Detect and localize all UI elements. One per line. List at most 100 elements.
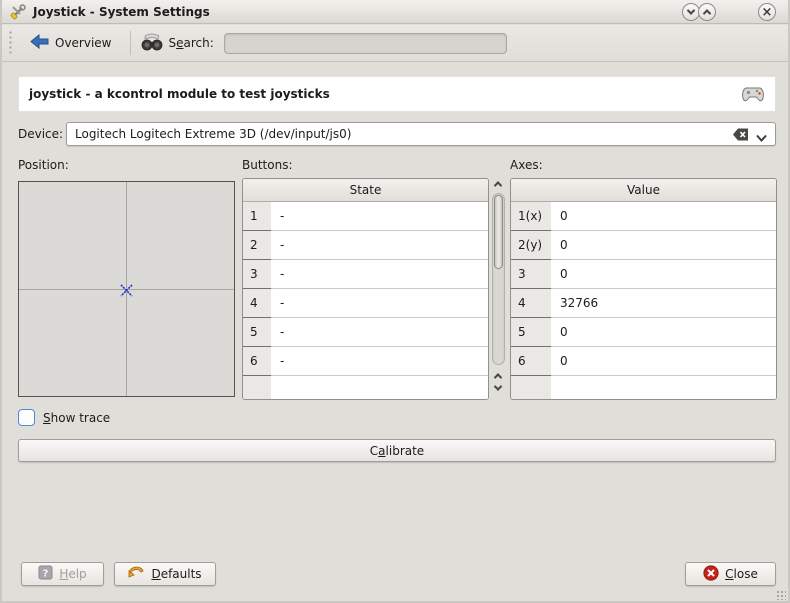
row-value: 0	[551, 260, 776, 289]
scrollbar-track[interactable]	[492, 193, 505, 365]
row-value: 0	[551, 347, 776, 376]
row-value: -	[271, 231, 488, 260]
help-label: Help	[59, 567, 86, 581]
buttons-scrollbar[interactable]	[491, 179, 506, 399]
maximize-button[interactable]	[698, 3, 716, 21]
calibrate-button[interactable]: Calibrate	[18, 439, 776, 462]
binoculars-search-icon	[141, 33, 163, 54]
table-row: 432766	[511, 289, 776, 318]
defaults-label: Defaults	[151, 567, 201, 581]
row-value: -	[271, 318, 488, 347]
window-title: Joystick - System Settings	[33, 5, 210, 19]
joystick-position-marker-icon	[120, 284, 133, 300]
axes-table-header: Value	[511, 179, 776, 202]
row-number: 3	[243, 260, 271, 289]
row-number: 1	[243, 202, 271, 231]
defaults-button[interactable]: Defaults	[114, 562, 216, 586]
chevron-down-icon	[687, 6, 695, 14]
position-pad	[18, 181, 235, 397]
toolbar-drag-handle[interactable]	[8, 30, 14, 56]
row-value: 0	[551, 231, 776, 260]
row-value: -	[271, 347, 488, 376]
row-value	[271, 376, 488, 400]
row-number	[243, 376, 271, 400]
axes-table: Value 1(x)0 2(y)0 30 432766 50 60	[510, 178, 777, 400]
window-controls: ×	[678, 2, 788, 22]
scroll-down-button[interactable]	[493, 383, 503, 393]
row-number: 2	[243, 231, 271, 260]
row-number: 5	[511, 318, 551, 347]
titlebar[interactable]: Joystick - System Settings ×	[2, 0, 788, 24]
row-value: -	[271, 260, 488, 289]
device-label: Device:	[18, 127, 66, 141]
toolbar: Overview Search:	[2, 25, 788, 62]
chevron-up-icon	[494, 373, 502, 381]
system-settings-window: Joystick - System Settings × Overview	[0, 0, 790, 603]
close-button[interactable]: Close	[685, 562, 776, 586]
module-header: joystick - a kcontrol module to test joy…	[18, 76, 776, 112]
table-row: 2-	[243, 231, 488, 260]
device-row: Device: Logitech Logitech Extreme 3D (/d…	[18, 122, 776, 146]
row-value: 32766	[551, 289, 776, 318]
row-value: 0	[551, 202, 776, 231]
close-window-button[interactable]: ×	[758, 3, 776, 21]
device-combobox[interactable]: Logitech Logitech Extreme 3D (/dev/input…	[66, 122, 776, 146]
resize-grip[interactable]	[776, 590, 786, 600]
close-label: Close	[725, 567, 758, 581]
row-number	[511, 376, 551, 400]
position-label: Position:	[18, 158, 69, 172]
row-number: 4	[243, 289, 271, 318]
overview-button[interactable]: Overview	[22, 30, 120, 56]
chevron-up-icon	[703, 9, 711, 17]
row-number: 4	[511, 289, 551, 318]
search-input[interactable]	[224, 33, 507, 54]
clear-input-icon[interactable]	[733, 128, 749, 144]
show-trace-row: Show trace	[18, 409, 110, 426]
utilities-tools-icon	[10, 4, 26, 20]
help-book-icon: ?	[38, 565, 53, 583]
svg-text:?: ?	[43, 569, 49, 580]
table-row: 4-	[243, 289, 488, 318]
device-value: Logitech Logitech Extreme 3D (/dev/input…	[75, 127, 351, 141]
scroll-up-button[interactable]	[493, 179, 503, 189]
scrollbar-thumb[interactable]	[494, 195, 503, 269]
table-row: 2(y)0	[511, 231, 776, 260]
chevron-down-icon[interactable]	[756, 131, 767, 145]
row-number: 5	[243, 318, 271, 347]
table-row-partial	[243, 376, 488, 400]
chevron-down-icon	[494, 382, 502, 390]
row-value: 0	[551, 318, 776, 347]
row-value: -	[271, 202, 488, 231]
back-arrow-icon	[30, 34, 49, 52]
undo-defaults-icon	[128, 566, 145, 583]
show-trace-checkbox[interactable]	[18, 409, 35, 426]
toolbar-separator	[130, 31, 131, 55]
table-row: 6-	[243, 347, 488, 376]
scroll-up-button-2[interactable]	[493, 371, 503, 381]
search-label: Search:	[169, 36, 214, 50]
buttons-table: State 1- 2- 3- 4- 5- 6-	[242, 178, 489, 400]
buttons-label: Buttons:	[242, 158, 293, 172]
row-number: 6	[243, 347, 271, 376]
table-row: 50	[511, 318, 776, 347]
row-number: 3	[511, 260, 551, 289]
buttons-table-header: State	[243, 179, 488, 202]
row-number: 6	[511, 347, 551, 376]
joystick-gamepad-icon	[741, 84, 765, 107]
table-row: 1-	[243, 202, 488, 231]
show-trace-label: Show trace	[43, 411, 110, 425]
calibrate-label: Calibrate	[370, 444, 424, 458]
row-value: -	[271, 289, 488, 318]
help-button[interactable]: ? Help	[21, 562, 104, 586]
table-row: 30	[511, 260, 776, 289]
row-number: 2(y)	[511, 231, 551, 260]
table-row: 5-	[243, 318, 488, 347]
table-row-partial	[511, 376, 776, 400]
table-row: 1(x)0	[511, 202, 776, 231]
close-red-icon	[703, 565, 719, 584]
chevron-up-icon	[494, 181, 502, 189]
row-value	[551, 376, 776, 400]
row-number: 1(x)	[511, 202, 551, 231]
table-row: 3-	[243, 260, 488, 289]
module-title: joystick - a kcontrol module to test joy…	[29, 87, 330, 101]
